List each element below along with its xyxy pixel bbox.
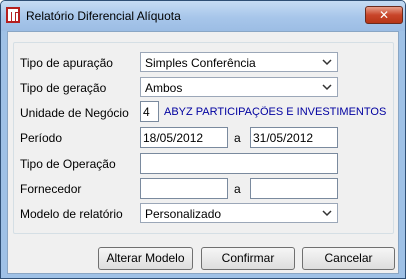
title-bar[interactable]: Relatório Diferencial Alíquota ✕ [1,1,405,31]
chevron-down-icon [322,59,332,66]
chevron-down-icon [322,84,332,91]
confirmar-label: Confirmar [221,251,275,265]
alterar-modelo-label: Alterar Modelo [106,251,185,265]
periodo-separator: a [234,131,241,145]
tipo-apuracao-label: Tipo de apuração [20,56,113,70]
periodo-label: Período [20,131,63,145]
cancelar-button[interactable]: Cancelar [302,247,395,270]
chevron-down-icon [322,210,332,217]
tipo-apuracao-select[interactable]: Simples Conferência [140,52,338,72]
tipo-geracao-value: Ambos [145,81,183,95]
tipo-operacao-input[interactable] [140,153,338,174]
tipo-geracao-label: Tipo de geração [20,81,107,95]
unidade-negocio-code: 4 [143,105,150,119]
modelo-relatorio-value: Personalizado [145,207,222,221]
close-icon: ✕ [378,8,390,22]
dialog-body: Tipo de apuração Simples Conferência Tip… [7,31,399,274]
modelo-relatorio-label: Modelo de relatório [20,207,123,221]
periodo-end-input[interactable]: 31/05/2012 [250,127,338,148]
fornecedor-separator: a [234,182,241,196]
periodo-end-value: 31/05/2012 [253,131,314,145]
filters-group: Tipo de apuração Simples Conferência Tip… [13,42,394,234]
close-button[interactable]: ✕ [365,6,403,24]
tipo-apuracao-value: Simples Conferência [145,56,256,70]
fornecedor-end-input[interactable] [250,178,338,199]
fornecedor-label: Fornecedor [20,182,82,196]
alterar-modelo-button[interactable]: Alterar Modelo [98,247,193,270]
periodo-start-input[interactable]: 18/05/2012 [140,127,228,148]
tipo-operacao-label: Tipo de Operação [20,157,116,171]
confirmar-button[interactable]: Confirmar [201,247,295,270]
tipo-geracao-select[interactable]: Ambos [140,77,338,97]
unidade-negocio-label: Unidade de Negócio [20,106,129,120]
app-icon [6,7,20,23]
modelo-relatorio-select[interactable]: Personalizado [140,203,338,223]
cancelar-label: Cancelar [324,251,373,265]
unidade-negocio-code-input[interactable]: 4 [140,101,159,122]
report-window: Relatório Diferencial Alíquota ✕ Tipo de… [0,0,406,279]
fornecedor-start-input[interactable] [140,178,228,199]
window-title: Relatório Diferencial Alíquota [26,9,181,23]
periodo-start-value: 18/05/2012 [143,131,204,145]
unidade-negocio-name: ABYZ PARTICIPAÇÕES E INVESTIMENTOS LTD [164,106,388,118]
